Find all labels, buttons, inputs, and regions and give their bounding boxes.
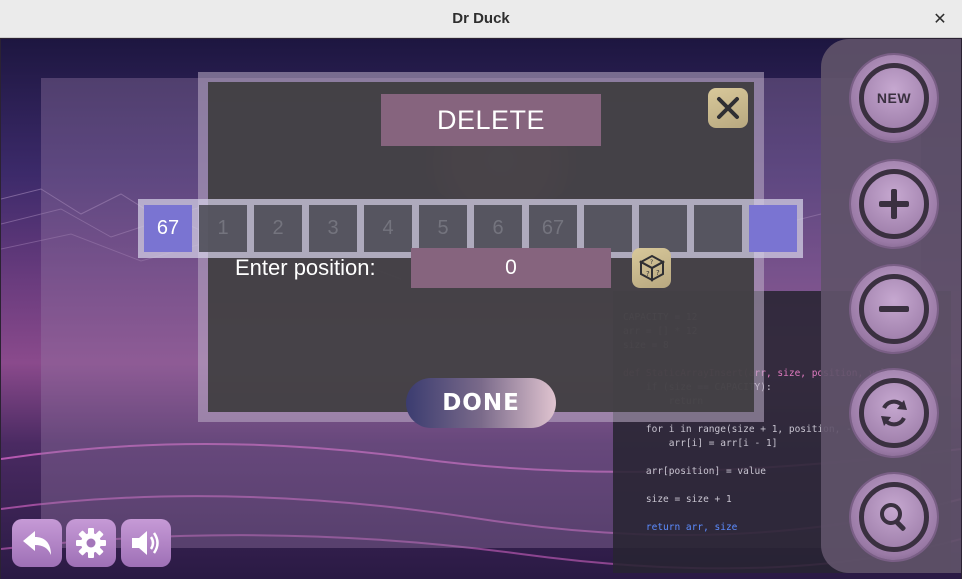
- settings-button[interactable]: [66, 519, 116, 567]
- array-cell[interactable]: 2: [254, 205, 302, 252]
- back-button[interactable]: [12, 519, 62, 567]
- window-titlebar: Dr Duck ✕: [0, 0, 962, 38]
- dice-icon: ? ? ?: [638, 254, 665, 282]
- remove-button[interactable]: [851, 266, 937, 352]
- svg-text:?: ?: [646, 270, 650, 278]
- undo-arrow-icon: [23, 531, 51, 555]
- done-button[interactable]: DONE: [406, 378, 556, 428]
- dialog-title: DELETE: [436, 104, 546, 135]
- new-button-label: NEW: [876, 90, 912, 106]
- position-label: Enter position:: [235, 255, 376, 280]
- array-cell[interactable]: 67: [529, 205, 577, 252]
- search-button[interactable]: [851, 474, 937, 560]
- array-cell[interactable]: 5: [419, 205, 467, 252]
- dialog-title-box: DELETE: [381, 94, 601, 146]
- array-cell[interactable]: [694, 205, 742, 252]
- array-cell[interactable]: 67: [144, 205, 192, 252]
- speaker-icon: [132, 531, 159, 555]
- done-button-label: DONE: [442, 390, 520, 416]
- random-position-button[interactable]: ? ? ?: [632, 248, 671, 288]
- array-cell[interactable]: [584, 205, 632, 252]
- svg-text:?: ?: [656, 269, 660, 277]
- plus-icon: [859, 169, 929, 239]
- array-cell[interactable]: [639, 205, 687, 252]
- window-title: Dr Duck: [452, 10, 510, 27]
- insert-button[interactable]: [851, 161, 937, 247]
- array-cell[interactable]: 4: [364, 205, 412, 252]
- minus-icon: [859, 274, 929, 344]
- svg-text:?: ?: [650, 259, 653, 266]
- array-cell[interactable]: 1: [199, 205, 247, 252]
- side-toolbar: NEW: [821, 39, 961, 573]
- array-cell[interactable]: [749, 205, 797, 252]
- window-close-button[interactable]: ✕: [930, 9, 950, 29]
- refresh-icon: [859, 378, 929, 448]
- dialog-close-button[interactable]: [708, 88, 748, 128]
- new-button[interactable]: NEW: [851, 55, 937, 141]
- new-button-ring: NEW: [859, 63, 929, 133]
- array-cell[interactable]: 6: [474, 205, 522, 252]
- search-icon: [859, 482, 929, 552]
- sound-button[interactable]: [121, 519, 171, 567]
- array-cell[interactable]: 3: [309, 205, 357, 252]
- gear-icon: [76, 528, 106, 558]
- close-icon: [717, 97, 739, 119]
- position-input[interactable]: [411, 248, 611, 288]
- reset-button[interactable]: [851, 370, 937, 456]
